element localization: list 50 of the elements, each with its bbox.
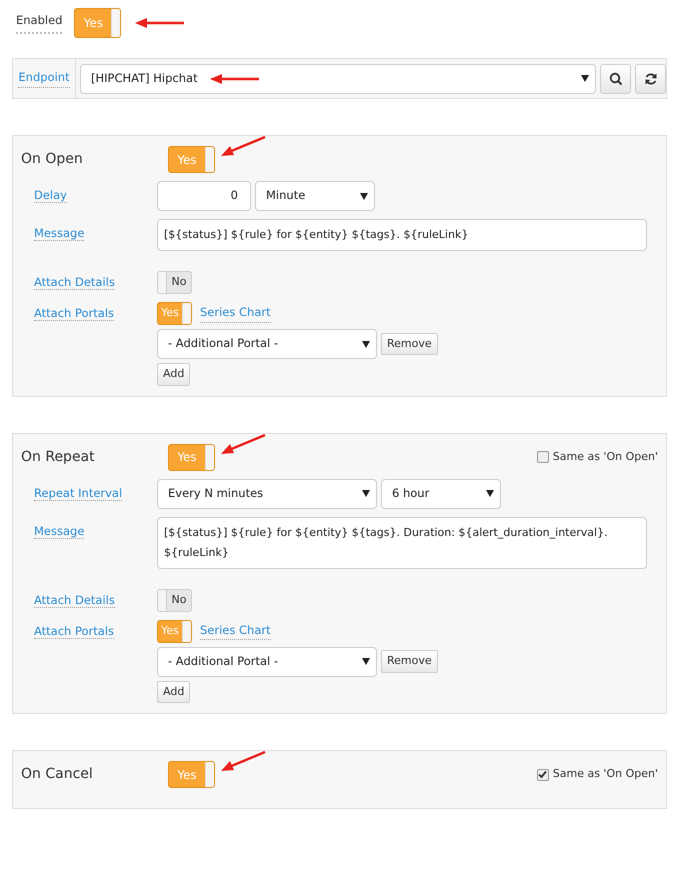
- toggle-switch[interactable]: Yes: [157, 302, 192, 325]
- number-field[interactable]: 0: [157, 181, 251, 211]
- message-field[interactable]: [${status}] ${rule} for ${entity} ${tags}. ${ruleLink}: [157, 219, 647, 251]
- message-field[interactable]: [${status}] ${rule} for ${entity} ${tags}. Duration: ${alert_duration_interval}. ${ruleLink}: [157, 516, 647, 568]
- checkbox[interactable]: [536, 451, 549, 463]
- caret-icon: [362, 658, 370, 665]
- section-title: On Open: [21, 150, 84, 169]
- field-label[interactable]: Message: [34, 524, 84, 538]
- field-label[interactable]: Message: [34, 226, 84, 241]
- search-icon: [608, 72, 622, 86]
- refresh-icon: [644, 72, 658, 86]
- caret-icon: [362, 490, 370, 497]
- remove-button[interactable]: Remove: [381, 650, 438, 673]
- caret-icon: [581, 75, 589, 82]
- portal-link[interactable]: Series Chart: [200, 622, 271, 640]
- field-label[interactable]: Delay: [34, 188, 67, 203]
- select-field[interactable]: - Additional Portal -: [157, 646, 377, 676]
- remove-button[interactable]: Remove: [381, 332, 438, 356]
- caret-icon: [360, 192, 368, 200]
- search-button[interactable]: [600, 64, 631, 94]
- field-label[interactable]: Repeat Interval: [34, 486, 122, 500]
- toggle-switch[interactable]: Yes: [168, 761, 215, 788]
- toggle-switch[interactable]: Yes: [74, 8, 122, 38]
- field-label[interactable]: Attach Portals: [34, 306, 114, 321]
- toggle-switch[interactable]: Yes: [168, 444, 215, 470]
- toggle-switch[interactable]: Yes: [168, 146, 215, 173]
- caret-icon: [362, 340, 370, 348]
- field-label[interactable]: Attach Details: [34, 592, 115, 608]
- checkbox[interactable]: [536, 768, 549, 780]
- toggle-switch[interactable]: No: [157, 271, 192, 294]
- checkbox-label: Same as 'On Open': [552, 448, 658, 465]
- select-field[interactable]: - Additional Portal -: [157, 329, 377, 359]
- refresh-button[interactable]: [635, 64, 666, 94]
- add-button[interactable]: Add: [157, 363, 190, 386]
- select-field[interactable]: Minute: [255, 181, 375, 211]
- toggle-switch[interactable]: No: [157, 588, 192, 612]
- add-button[interactable]: Add: [157, 680, 190, 703]
- section-title: On Cancel: [21, 765, 94, 784]
- field-label[interactable]: Attach Portals: [34, 624, 114, 638]
- field-label: Enabled: [16, 12, 62, 34]
- caret-icon: [486, 490, 494, 497]
- select-field[interactable]: [HIPCHAT] Hipchat: [80, 64, 596, 94]
- field-label[interactable]: Endpoint: [18, 69, 70, 88]
- section-title: On Repeat: [21, 448, 96, 466]
- select-field[interactable]: 6 hour: [381, 478, 501, 508]
- select-field[interactable]: Every N minutes: [157, 478, 377, 508]
- field-label[interactable]: Attach Details: [34, 275, 115, 290]
- toggle-switch[interactable]: Yes: [157, 620, 192, 642]
- checkbox-label: Same as 'On Open': [552, 766, 658, 782]
- portal-link[interactable]: Series Chart: [200, 304, 271, 323]
